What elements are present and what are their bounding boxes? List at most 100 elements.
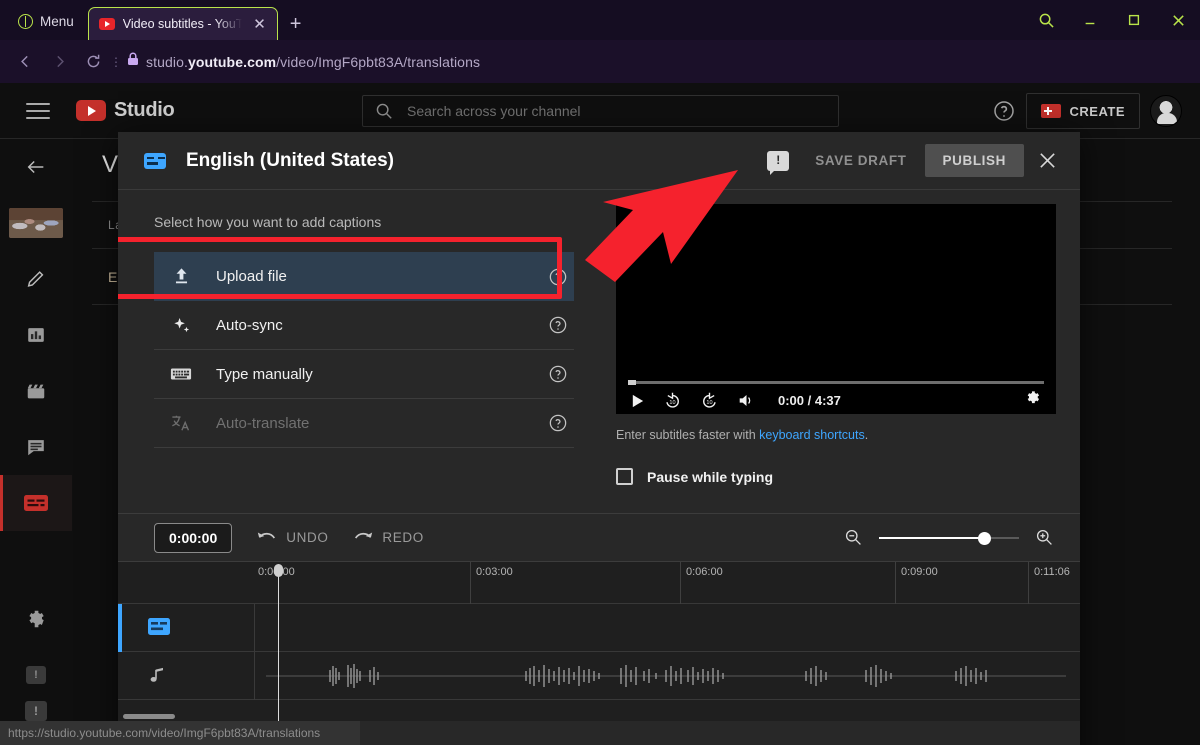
rewind-10-button[interactable]: 10 — [663, 391, 682, 410]
url-prefix: studio. — [146, 53, 188, 70]
option-label: Auto-translate — [216, 414, 310, 432]
video-progress-bar[interactable] — [628, 380, 1044, 385]
browser-menu-button[interactable]: Menu — [10, 7, 82, 35]
channel-search-placeholder: Search across your channel — [407, 103, 581, 119]
video-settings-button[interactable] — [1024, 389, 1042, 412]
studio-left-rail: ! — [0, 139, 72, 745]
pause-while-typing-checkbox[interactable] — [616, 468, 633, 485]
search-icon[interactable] — [1024, 0, 1068, 40]
timeline-tick: 0:11:06 — [1028, 562, 1070, 604]
subtitles-icon — [24, 495, 48, 511]
help-icon[interactable] — [548, 267, 568, 287]
timeline-track-subtitles[interactable] — [118, 604, 1080, 652]
volume-button[interactable] — [737, 392, 756, 409]
sidebar-item-analytics[interactable] — [0, 307, 72, 363]
studio-header-actions: CREATE — [992, 83, 1182, 139]
film-clapper-icon — [27, 384, 45, 399]
timeline-zoom-slider[interactable] — [879, 531, 1019, 545]
youtube-studio-page: Studio Search across your channel CREATE… — [0, 83, 1200, 745]
page-title: V — [102, 151, 119, 178]
keyboard-hint: Enter subtitles faster with keyboard sho… — [616, 428, 1064, 442]
gear-icon — [29, 610, 44, 628]
play-button[interactable] — [630, 393, 645, 409]
back-icon[interactable] — [8, 45, 42, 79]
feedback-icon[interactable] — [767, 150, 790, 175]
analytics-icon — [28, 328, 44, 342]
option-upload-file[interactable]: Upload file — [154, 252, 574, 301]
option-type-manually[interactable]: Type manually — [154, 350, 574, 399]
option-auto-sync[interactable]: Auto-sync — [154, 301, 574, 350]
avatar[interactable] — [1150, 95, 1182, 127]
tick-label: 0:03:00 — [476, 566, 513, 578]
close-dialog-button[interactable] — [1028, 142, 1066, 180]
minimize-icon[interactable] — [1068, 0, 1112, 40]
browser-navigation-bar: ⋮ studio.youtube.com/video/ImgF6pbt83A/t… — [0, 40, 1200, 110]
tick-label: 0:09:00 — [901, 566, 938, 578]
hamburger-menu-icon[interactable] — [26, 98, 50, 124]
channel-search-input[interactable]: Search across your channel — [362, 95, 839, 127]
feedback-icon: ! — [26, 666, 46, 684]
help-icon[interactable] — [548, 364, 568, 384]
pause-while-typing-label: Pause while typing — [647, 468, 774, 485]
timeline-tick: 0:06:00 — [680, 562, 723, 604]
timeline-track-audio[interactable] — [118, 652, 1080, 700]
sidebar-video-thumbnail[interactable] — [0, 195, 72, 251]
address-bar[interactable]: studio.youtube.com/video/ImgF6pbt83A/tra… — [146, 54, 480, 70]
option-auto-translate: Auto-translate — [154, 399, 574, 448]
undo-button[interactable]: UNDO — [256, 530, 328, 546]
gear-icon — [1027, 391, 1040, 404]
feedback-floating-icon[interactable]: ! — [25, 701, 47, 721]
sidebar-item-comments[interactable] — [0, 419, 72, 475]
browser-window: Menu Video subtitles - YouTube S ✕ + — [0, 0, 1200, 745]
forward-icon[interactable] — [42, 45, 76, 79]
sidebar-item-subtitles[interactable] — [0, 475, 72, 531]
tick-label: 0:06:00 — [686, 566, 723, 578]
publish-button[interactable]: PUBLISH — [924, 144, 1024, 177]
timeline-ruler[interactable]: 0:00:00 0:03:00 0:06:00 0:09:00 0:11:06 — [118, 562, 1080, 604]
sidebar-item-details[interactable] — [0, 251, 72, 307]
video-time-display: 0:00 / 4:37 — [778, 393, 841, 408]
pause-while-typing-row[interactable]: Pause while typing — [616, 468, 1064, 485]
create-button[interactable]: CREATE — [1025, 93, 1140, 129]
lock-icon[interactable] — [126, 51, 140, 72]
close-tab-icon[interactable]: ✕ — [250, 15, 269, 34]
slider-fill — [879, 536, 984, 539]
browser-tab[interactable]: Video subtitles - YouTube S ✕ — [87, 7, 278, 40]
zoom-in-icon[interactable] — [1035, 528, 1054, 547]
help-icon[interactable] — [548, 413, 568, 433]
zoom-out-icon[interactable] — [844, 528, 863, 547]
create-label: CREATE — [1069, 103, 1125, 119]
sidebar-item-editor[interactable] — [0, 363, 72, 419]
redo-button[interactable]: REDO — [352, 530, 423, 546]
timeline[interactable]: 0:00:00 0:03:00 0:06:00 0:09:00 0:11:06 — [118, 561, 1080, 745]
help-icon[interactable] — [548, 315, 568, 335]
cc-subtitles-icon — [148, 618, 170, 640]
new-tab-button[interactable]: + — [290, 14, 302, 34]
video-player[interactable]: 10 10 0:00 / 4:37 — [616, 204, 1056, 414]
option-label: Auto-sync — [216, 316, 283, 334]
preview-pane: 10 10 0:00 / 4:37 Enter subtitles faster… — [600, 190, 1080, 513]
studio-logo[interactable]: Studio — [76, 99, 175, 122]
slider-knob[interactable] — [978, 531, 991, 545]
scrollbar-thumb[interactable] — [123, 714, 175, 719]
vivaldi-menu-icon — [18, 13, 33, 29]
keyboard-shortcuts-link[interactable]: keyboard shortcuts — [759, 428, 865, 442]
forward-10-button[interactable]: 10 — [700, 391, 719, 410]
url-path: /video/ImgF6pbt83A/translations — [276, 53, 481, 70]
sparkle-icon — [164, 315, 198, 336]
video-thumbnail — [9, 208, 63, 238]
timeline-horizontal-scrollbar[interactable] — [118, 711, 1080, 721]
create-camera-icon — [1040, 104, 1061, 118]
reload-icon[interactable] — [76, 45, 110, 79]
sidebar-item-feedback[interactable]: ! — [0, 647, 72, 703]
save-draft-button[interactable]: SAVE DRAFT — [801, 144, 920, 177]
close-window-icon[interactable] — [1156, 0, 1200, 40]
maximize-icon[interactable] — [1112, 0, 1156, 40]
sidebar-item-back[interactable] — [0, 139, 72, 195]
instruction-label: Select how you want to add captions — [154, 214, 382, 230]
sidebar-item-settings[interactable] — [0, 591, 72, 647]
dialog-header: English (United States) SAVE DRAFT PUBLI… — [118, 132, 1080, 190]
timeline-zoom-controls — [844, 528, 1054, 547]
help-icon[interactable] — [992, 99, 1016, 123]
timecode-display[interactable]: 0:00:00 — [154, 522, 233, 553]
